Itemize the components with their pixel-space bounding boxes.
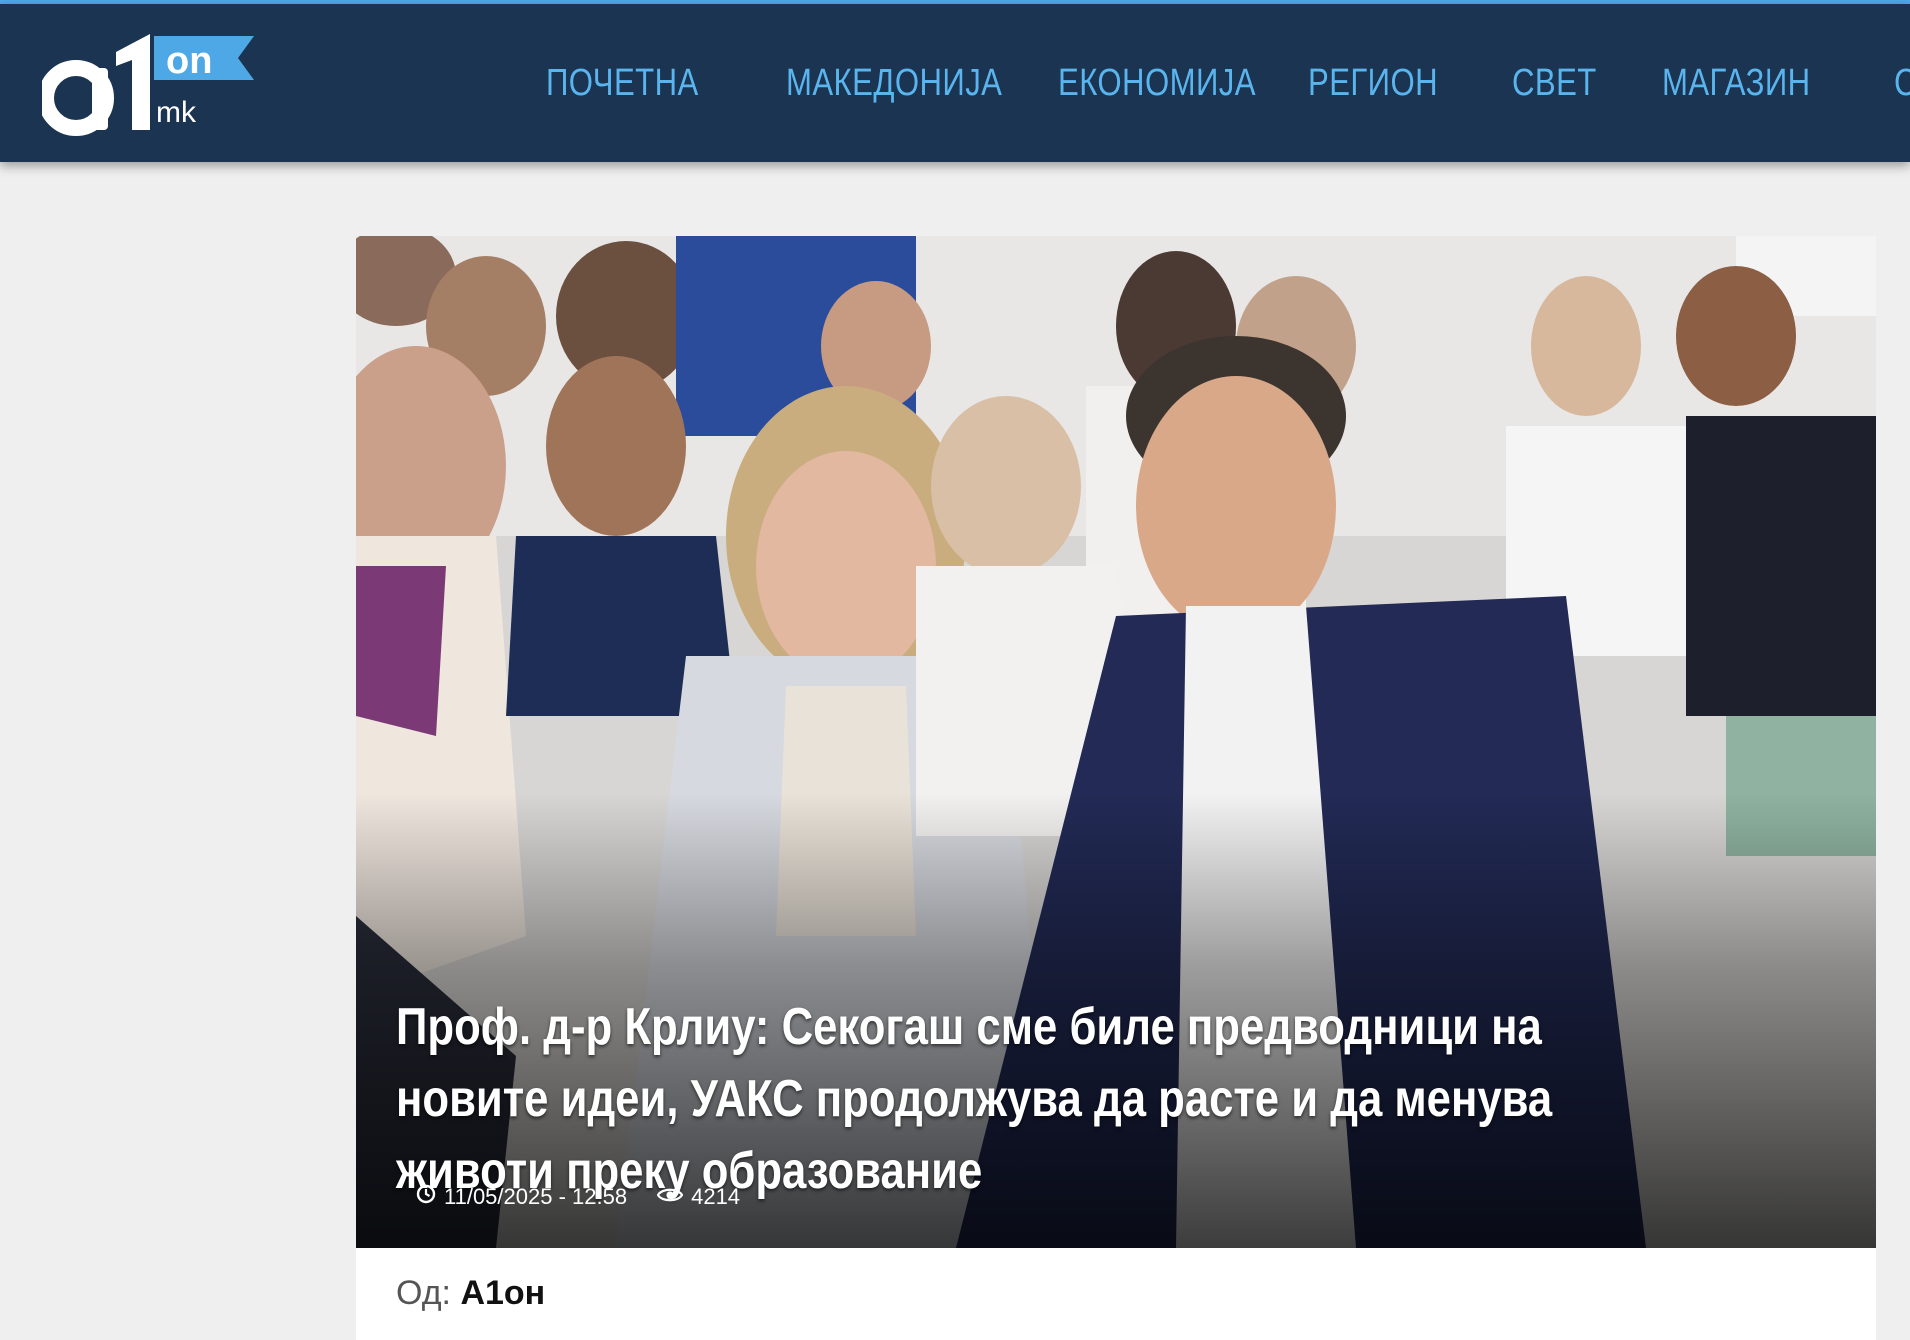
nav-item-magazine[interactable]: МАГАЗИН (1662, 62, 1810, 105)
author-prefix: Од: (396, 1274, 451, 1312)
article-author: Од: А1он (396, 1274, 545, 1313)
svg-text:mk: mk (156, 96, 197, 129)
nav-item-home[interactable]: ПОЧЕТНА (546, 62, 698, 105)
svg-text:on: on (166, 40, 212, 82)
site-header: on mk ПОЧЕТНА МАКЕДОНИЈА ЕКОНОМИЈА РЕГИО… (0, 4, 1910, 162)
nav-item-economy[interactable]: ЕКОНОМИЈА (1058, 62, 1256, 105)
article-hero[interactable]: Проф. д-р Крлиу: Секогаш сме биле предво… (356, 236, 1876, 1248)
nav-item-world[interactable]: СВЕТ (1512, 62, 1596, 105)
article-views: 4214 (691, 1184, 741, 1209)
article-title[interactable]: Проф. д-р Крлиу: Секогаш сме биле предво… (396, 991, 1589, 1207)
nav-item-macedonia[interactable]: МАКЕДОНИЈА (786, 62, 1002, 105)
main-nav: ПОЧЕТНА МАКЕДОНИЈА ЕКОНОМИЈА РЕГИОН СВЕТ… (546, 4, 1910, 162)
nav-item-sport[interactable]: СПОРТ (1894, 62, 1910, 105)
site-logo[interactable]: on mk (42, 26, 262, 138)
author-name[interactable]: А1он (460, 1274, 545, 1312)
clock-icon (416, 1184, 436, 1210)
a1on-logo-icon: on mk (42, 34, 254, 136)
nav-item-region[interactable]: РЕГИОН (1308, 62, 1438, 105)
article-meta: 11/05/2025 - 12:58 4214 (416, 1184, 740, 1210)
author-bar: Од: А1он (356, 1248, 1876, 1340)
eye-icon (656, 1184, 684, 1210)
article-date: 11/05/2025 - 12:58 (444, 1184, 628, 1209)
